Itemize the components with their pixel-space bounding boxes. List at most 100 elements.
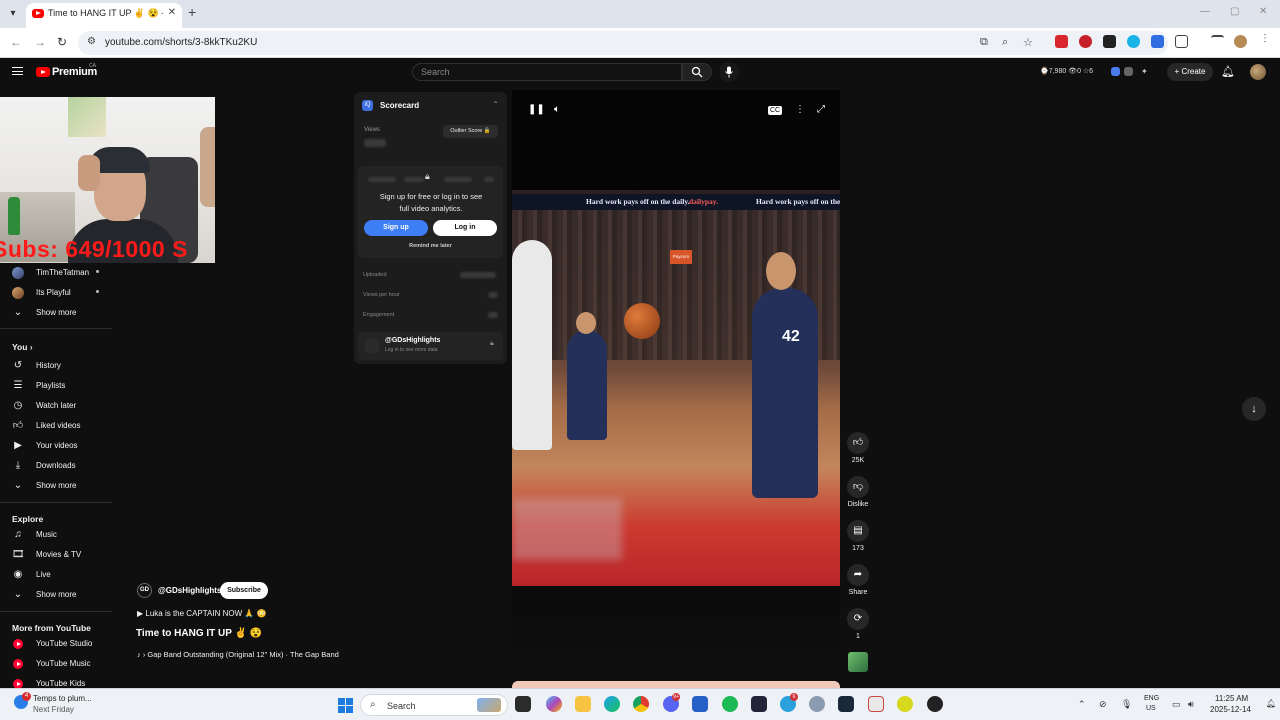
maximize-icon[interactable]: ▢ — [1230, 6, 1239, 17]
search-button[interactable] — [682, 63, 712, 81]
fullscreen-icon[interactable]: ⤢ — [817, 104, 825, 115]
sidebar-item-movies-tv[interactable]: 🎞︎ Movies & TV — [0, 546, 112, 566]
share-button[interactable]: ➦ Share — [847, 564, 869, 596]
input-language[interactable]: ENG — [1144, 695, 1159, 702]
notification-center-icon[interactable]: 🔔︎ — [1266, 699, 1276, 708]
copilot-icon[interactable] — [546, 696, 562, 712]
weather-headline[interactable]: Temps to plum... — [33, 694, 92, 703]
youtube-logo-icon[interactable] — [36, 67, 50, 77]
install-app-icon[interactable]: ⧉ — [980, 36, 988, 49]
like-button[interactable]: 👍︎ 25K — [847, 432, 869, 464]
remind-me-later-link[interactable]: Remind me later — [354, 243, 507, 249]
site-info-icon[interactable]: ⚙ — [87, 36, 96, 47]
comments-button[interactable]: ▤ 173 — [847, 520, 869, 552]
sidebar-item-history[interactable]: ↺ History — [0, 357, 112, 377]
spotify-icon[interactable] — [722, 696, 738, 712]
sidebar-show-more-subscriptions[interactable]: ⌄ Show more — [0, 304, 112, 324]
shorts-video-player[interactable]: Hard work pays off on the daily. dailypa… — [512, 90, 840, 586]
display-icon[interactable]: ▭ — [1172, 699, 1181, 710]
playlist-link[interactable]: ▶ Luka is the CAPTAIN NOW 🙏 😳 — [137, 609, 267, 618]
sidebar-item-youtube-music[interactable]: YouTube Music — [0, 655, 112, 675]
extension-small-grey-icon[interactable] — [1124, 67, 1133, 76]
chrome-icon[interactable] — [633, 696, 649, 712]
subscribe-button[interactable]: Subscribe — [220, 582, 268, 599]
sidebar-show-more-explore[interactable]: ⌄ Show more — [0, 586, 112, 606]
sidebar-item-its-playful[interactable]: Its Playful — [0, 284, 112, 304]
notifications-bell-icon[interactable]: 🔔︎ — [1221, 65, 1235, 78]
forward-icon[interactable]: → — [34, 35, 46, 49]
captions-icon[interactable]: CC — [768, 106, 783, 115]
profile-avatar-icon[interactable] — [1234, 35, 1247, 48]
file-explorer-icon[interactable] — [575, 696, 591, 712]
sidebar-item-liked-videos[interactable]: 👍︎ Liked videos — [0, 417, 112, 437]
windows-start-icon[interactable] — [338, 698, 353, 713]
outlier-score-badge[interactable]: Outlier Score 🔒 — [443, 125, 498, 138]
volume-icon[interactable]: 🔈︎ — [554, 104, 560, 115]
create-button[interactable]: + Create — [1167, 63, 1213, 81]
extension-pin-icon[interactable]: ✦ — [1141, 67, 1150, 76]
pause-icon[interactable]: ❚❚ — [528, 104, 545, 115]
extension-record-icon[interactable] — [1079, 35, 1092, 48]
sidebar-item-youtube-studio[interactable]: YouTube Studio — [0, 635, 112, 655]
snipping-tool-icon[interactable] — [868, 696, 884, 712]
clock-time[interactable]: 11:25 AM — [1215, 694, 1248, 703]
bookmark-star-icon[interactable]: ☆ — [1023, 36, 1033, 49]
tab-close-icon[interactable]: ✕ — [168, 7, 176, 18]
app-blue-icon[interactable] — [692, 696, 708, 712]
channel-name[interactable]: @GDsHighlights — [158, 586, 221, 595]
menu-hamburger-icon[interactable] — [12, 67, 23, 75]
sound-thumbnail[interactable] — [848, 652, 868, 672]
extension-red-icon[interactable] — [1055, 35, 1068, 48]
channel-avatar[interactable]: GD — [137, 583, 152, 598]
address-bar[interactable]: ⚙ youtube.com/shorts/3-8kkTKu2KU ⧉ ⌕ ☆ — [78, 31, 1168, 55]
search-input[interactable]: Search — [412, 63, 682, 81]
settings-icon[interactable] — [809, 696, 825, 712]
task-view-icon[interactable] — [515, 696, 531, 712]
more-options-icon[interactable]: ⋮ — [795, 104, 805, 115]
new-tab-button[interactable]: + — [188, 4, 196, 20]
sidebar-show-more-you[interactable]: ⌄ Show more — [0, 477, 112, 497]
sidebar-item-timthetatman[interactable]: TimTheTatman — [0, 264, 112, 284]
sign-up-button[interactable]: Sign up — [364, 220, 428, 236]
voice-search-button[interactable] — [719, 62, 739, 82]
obs-icon[interactable] — [927, 696, 943, 712]
extension-audio-icon[interactable] — [1151, 35, 1164, 48]
sidebar-item-watch-later[interactable]: ◷ Watch later — [0, 397, 112, 417]
remix-button[interactable]: ⟳ 1 — [847, 608, 869, 640]
microphone-tray-icon[interactable]: 🎙︎ — [1121, 699, 1132, 710]
sidebar-item-youtube-kids[interactable]: YouTube Kids — [0, 675, 112, 688]
zoom-icon[interactable]: ⌕ — [1002, 36, 1008, 49]
taskbar-search-box[interactable]: ⌕ Search — [360, 694, 508, 716]
sidebar-item-music[interactable]: ♫ Music — [0, 526, 112, 546]
tray-overflow-icon[interactable]: ⌃ — [1078, 699, 1086, 710]
steam-icon[interactable] — [838, 696, 854, 712]
edge-icon[interactable] — [604, 696, 620, 712]
back-icon[interactable]: ← — [10, 35, 22, 49]
sidebar-item-downloads[interactable]: ⤓ Downloads — [0, 457, 112, 477]
extension-dark-icon[interactable] — [1103, 35, 1116, 48]
sidebar-item-live[interactable]: ◉ Live — [0, 566, 112, 586]
app-yellow-icon[interactable] — [897, 696, 913, 712]
reload-icon[interactable]: ↻ — [57, 35, 67, 49]
sidebar-you-heading[interactable]: You › — [12, 342, 32, 352]
dislike-button[interactable]: 👎︎ Dislike — [847, 476, 869, 508]
sidebar-item-your-videos[interactable]: ▶ Your videos — [0, 437, 112, 457]
tab-search-icon[interactable]: ▾ — [4, 5, 22, 23]
extension-blue-icon[interactable] — [1127, 35, 1140, 48]
volume-tray-icon[interactable]: 🔊︎ — [1188, 699, 1194, 710]
minimize-icon[interactable]: — — [1200, 6, 1210, 17]
browser-menu-icon[interactable]: ⋮ — [1260, 33, 1273, 46]
account-avatar[interactable] — [1250, 64, 1266, 80]
music-attribution[interactable]: ♪ › Gap Band Outstanding (Original 12" M… — [137, 650, 339, 659]
extension-small-blue-icon[interactable] — [1111, 67, 1120, 76]
reading-list-icon[interactable] — [1211, 35, 1224, 48]
extensions-puzzle-icon[interactable] — [1175, 35, 1188, 48]
collapse-chevron-icon[interactable]: ⌃ — [492, 100, 499, 109]
next-video-arrow-icon[interactable]: ↓ — [1242, 397, 1266, 421]
browser-tab-active[interactable]: Time to HANG IT UP ✌️ 😵 - Yo ✕ — [26, 3, 182, 28]
sidebar-item-playlists[interactable]: ☰ Playlists — [0, 377, 112, 397]
app-dark-icon[interactable] — [751, 696, 767, 712]
log-in-button[interactable]: Log in — [433, 220, 497, 236]
network-icon[interactable]: ⊘ — [1099, 699, 1107, 710]
window-close-icon[interactable]: ✕ — [1259, 6, 1267, 17]
